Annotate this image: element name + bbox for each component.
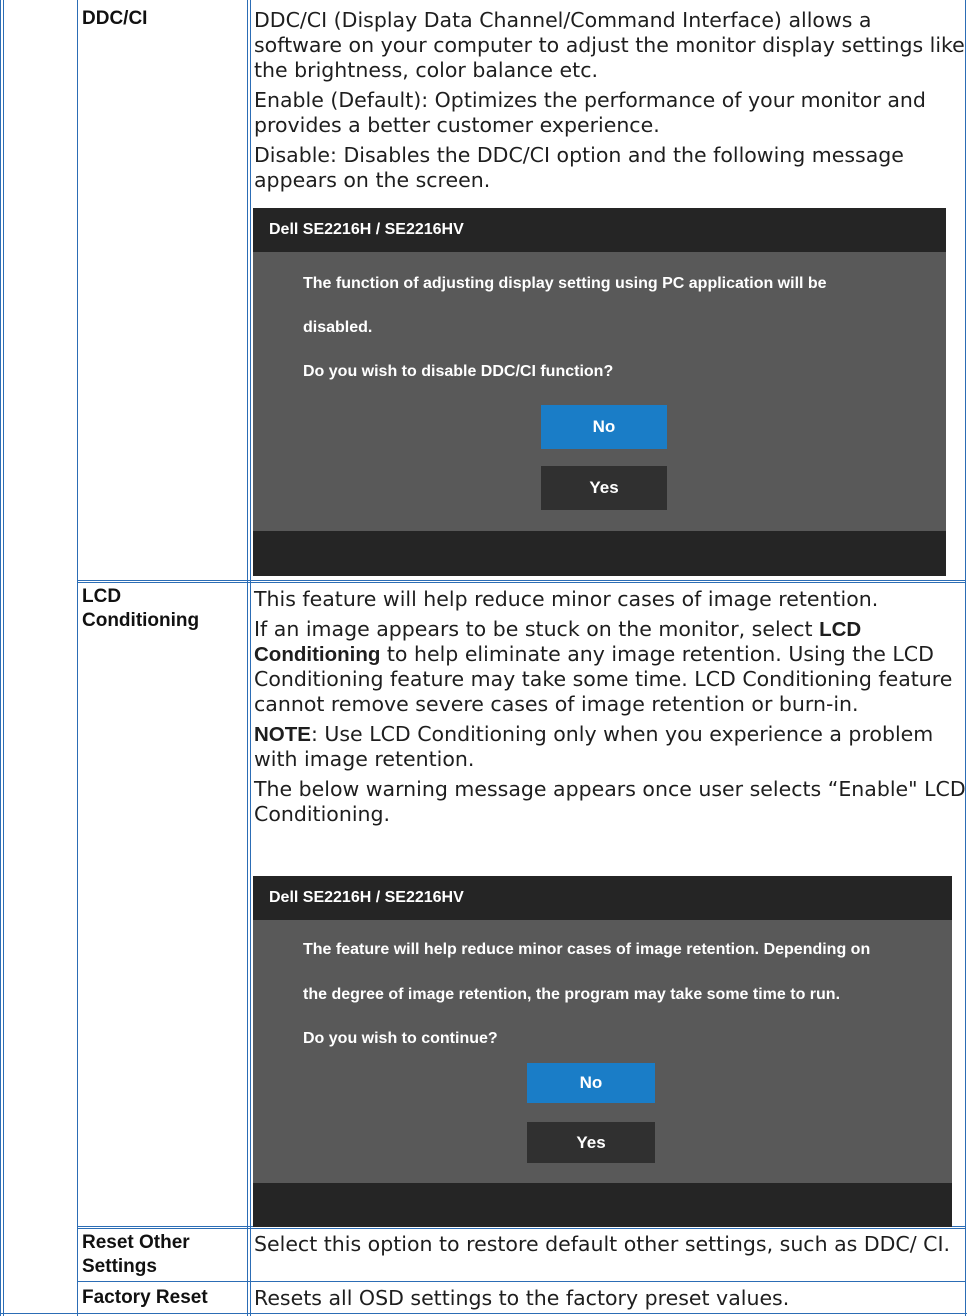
dialog-no-button[interactable]: No bbox=[527, 1063, 655, 1103]
term-ddc-ci: DDC/CI bbox=[82, 8, 148, 29]
dialog-footer bbox=[253, 531, 946, 576]
row-divider-2b bbox=[77, 1228, 966, 1229]
description-reset-other-settings: Select this option to restore default ot… bbox=[254, 1232, 951, 1256]
dialog-yes-button[interactable]: Yes bbox=[527, 1122, 655, 1163]
table-border-bottom bbox=[0, 1313, 967, 1314]
dialog-message-line-1: The function of adjusting display settin… bbox=[303, 275, 827, 292]
dialog-title: Dell SE2216H / SE2216HV bbox=[253, 876, 952, 920]
column-divider-2 bbox=[247, 0, 248, 1316]
dialog-message-line-3: Do you wish to disable DDC/CI function? bbox=[303, 363, 614, 380]
note-text: : Use LCD Conditioning only when you exp… bbox=[254, 722, 934, 771]
table-border-left bbox=[0, 0, 1, 1316]
term-lcd-line-2: Conditioning bbox=[82, 610, 200, 631]
dialog-message-line-1: The feature will help reduce minor cases… bbox=[303, 941, 871, 958]
column-divider-2b bbox=[250, 0, 251, 1316]
term-factory-reset: Factory Reset bbox=[82, 1287, 208, 1308]
dialog-title: Dell SE2216H / SE2216HV bbox=[253, 208, 946, 252]
row-divider-3 bbox=[77, 1281, 966, 1282]
dialog-body: The function of adjusting display settin… bbox=[253, 252, 946, 531]
lcd-paragraph-4: The below warning message appears once u… bbox=[254, 777, 966, 826]
ddc-disable-dialog: Dell SE2216H / SE2216HV The function of … bbox=[253, 208, 946, 576]
term-lcd-line-1: LCD bbox=[82, 586, 122, 607]
description-lcd-conditioning: This feature will help reduce minor case… bbox=[254, 587, 966, 832]
row-divider-1b bbox=[77, 582, 966, 583]
note-label: NOTE bbox=[254, 723, 311, 746]
dialog-footer bbox=[253, 1183, 952, 1227]
ddc-paragraph-2: Enable (Default): Optimizes the performa… bbox=[254, 88, 926, 137]
lcd-note: NOTE: Use LCD Conditioning only when you… bbox=[254, 722, 966, 772]
description-factory-reset: Resets all OSD settings to the factory p… bbox=[254, 1286, 790, 1310]
dialog-message-line-3: Do you wish to continue? bbox=[303, 1030, 498, 1047]
term-reset-line-2: Settings bbox=[82, 1256, 157, 1277]
table-border-left-inner bbox=[3, 0, 4, 1316]
ddc-paragraph-1: DDC/CI (Display Data Channel/Command Int… bbox=[254, 8, 965, 82]
dialog-message-line-2: disabled. bbox=[303, 319, 373, 336]
ddc-paragraph-3: Disable: Disables the DDC/CI option and … bbox=[254, 143, 904, 192]
column-divider-1 bbox=[77, 0, 78, 1316]
term-reset-other-settings: Reset Other Settings bbox=[82, 1231, 190, 1279]
dialog-yes-button[interactable]: Yes bbox=[541, 466, 667, 510]
lcd-conditioning-dialog: Dell SE2216H / SE2216HV The feature will… bbox=[253, 876, 952, 1227]
dialog-no-button[interactable]: No bbox=[541, 405, 667, 449]
dialog-message-line-2: the degree of image retention, the progr… bbox=[303, 986, 841, 1003]
lcd-paragraph-2: If an image appears to be stuck on the m… bbox=[254, 617, 966, 717]
lcd-p2-before: If an image appears to be stuck on the m… bbox=[254, 617, 820, 641]
term-reset-line-1: Reset Other bbox=[82, 1232, 190, 1253]
row-divider-1 bbox=[77, 580, 966, 581]
description-ddc-ci: DDC/CI (Display Data Channel/Command Int… bbox=[254, 8, 966, 198]
lcd-paragraph-1: This feature will help reduce minor case… bbox=[254, 587, 879, 611]
dialog-body: The feature will help reduce minor cases… bbox=[253, 920, 952, 1183]
term-lcd-conditioning: LCD Conditioning bbox=[82, 585, 199, 633]
